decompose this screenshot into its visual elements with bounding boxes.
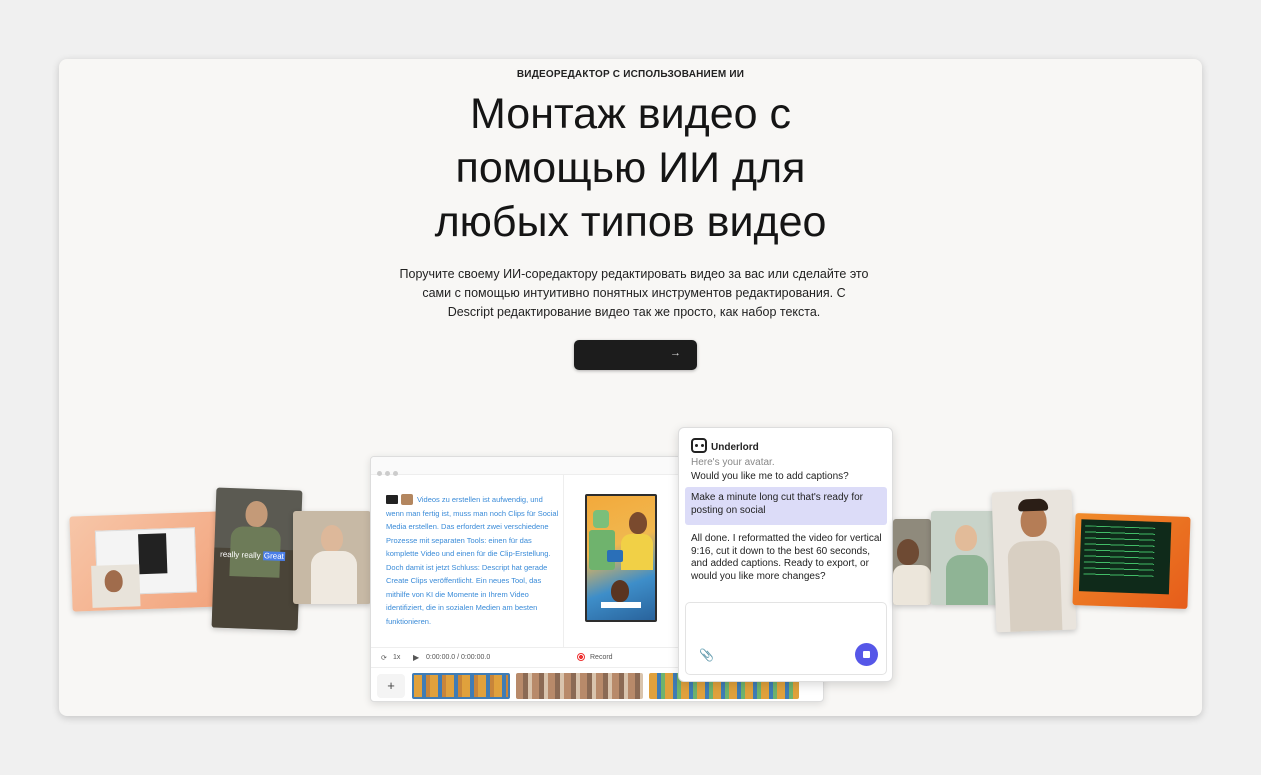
window-controls [377,463,401,481]
headline-line: помощью ИИ для [455,144,806,192]
ai-chat-panel: Underlord Here's your avatar. Would you … [678,427,893,682]
video-thumbnail-man-beard [991,489,1077,633]
paperclip-icon[interactable]: 📎 [699,649,714,662]
transcript-text[interactable]: Videos zu erstellen ist aufwendig, und w… [386,493,561,628]
user-message: Make a minute long cut that's ready for … [685,487,887,525]
chat-title: Underlord [711,442,759,453]
play-icon[interactable]: ▶ [413,653,419,662]
video-thumbnail-whiteboard [69,511,223,612]
video-thumbnail-woman [293,511,371,604]
chat-message: Here's your avatar. [691,457,775,468]
video-thumbnail-man-dark [893,519,931,605]
headline-line: Монтаж видео с [469,90,792,138]
stop-button[interactable] [855,643,878,666]
chat-reply: All done. I reformatted the video for ve… [691,533,882,582]
timeline-clip[interactable] [516,673,643,699]
hero-subtitle: Поручите своему ИИ-соредактору редактиро… [399,267,869,319]
robot-icon [691,438,707,453]
chat-input[interactable]: 📎 [685,602,887,675]
caption-word: Great [262,551,285,561]
arrow-right-icon: → [670,347,681,359]
caption-word: really [241,550,261,561]
video-thumbnail-interview: really really Great [211,487,303,631]
hero-section: ВИДЕОРЕДАКТОР С ИСПОЛЬЗОВАНИЕМ ИИ Монтаж… [59,59,1202,716]
cta-button[interactable]: → [574,340,697,370]
page-title: Монтаж видео с помощью ИИ для любых типо… [59,87,1202,249]
caption-word: really [219,549,240,560]
timecode: 0:00:00.0 / 0:00:00.0 [426,654,491,661]
record-label[interactable]: Record [590,654,613,661]
pane-divider [563,475,564,647]
speed-label[interactable]: 1x [393,654,400,661]
video-preview[interactable] [585,494,657,622]
video-thumbnail-code-screen [1072,513,1191,609]
timeline-clip[interactable] [412,673,510,699]
video-thumbnail-woman-glasses [931,511,1001,605]
record-icon[interactable] [577,653,585,661]
eyebrow: ВИДЕОРЕДАКТОР С ИСПОЛЬЗОВАНИЕМ ИИ [516,69,745,80]
headline-line: любых типов видео [434,198,827,246]
add-clip-button[interactable]: + [377,674,405,698]
speed-icon[interactable]: ⟳ [381,654,387,662]
chat-message: Would you like me to add captions? [691,471,849,482]
